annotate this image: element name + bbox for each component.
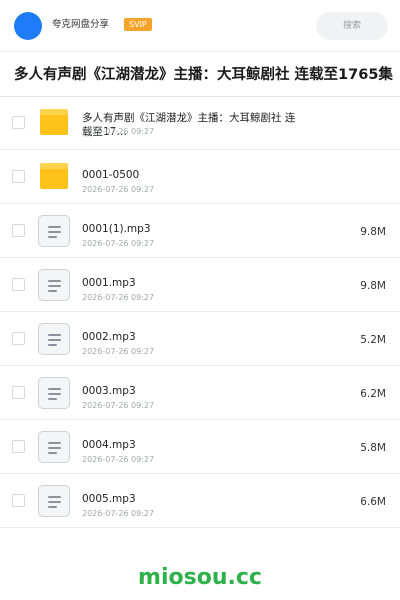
search-input[interactable]: 搜索 [316, 12, 388, 40]
item-date: 2026-07-26 09:27 [82, 347, 155, 356]
app-header: 夸克网盘分享 SVIP 搜索 [0, 0, 400, 52]
list-item[interactable]: 0003.mp3 2026-07-26 09:27 6.2M [0, 366, 400, 420]
select-checkbox[interactable] [12, 332, 25, 345]
item-name: 0004.mp3 [82, 439, 136, 451]
item-name: 0003.mp3 [82, 385, 136, 397]
avatar[interactable] [14, 12, 42, 40]
item-size: 5.2M [360, 334, 386, 346]
item-date: 2026-07-26 09:27 [82, 239, 155, 248]
svip-badge: SVIP [124, 18, 152, 31]
user-name[interactable]: 夸克网盘分享 [52, 18, 109, 32]
item-name: 0001(1).mp3 [82, 223, 151, 235]
list-item[interactable]: 0001(1).mp3 2026-07-26 09:27 9.8M [0, 204, 400, 258]
list-item[interactable]: 0005.mp3 2026-07-26 09:27 6.6M [0, 474, 400, 528]
item-date: 2026-07-26 09:27 [82, 185, 155, 194]
list-item[interactable]: 0002.mp3 2026-07-26 09:27 5.2M [0, 312, 400, 366]
select-checkbox[interactable] [12, 224, 25, 237]
select-checkbox[interactable] [12, 116, 25, 129]
item-size: 9.8M [360, 226, 386, 238]
select-checkbox[interactable] [12, 278, 25, 291]
item-date: 2026-07-26 09:27 [82, 509, 155, 518]
item-name: 0001.mp3 [82, 277, 136, 289]
audio-file-icon [38, 377, 70, 409]
select-checkbox[interactable] [12, 170, 25, 183]
audio-file-icon [38, 269, 70, 301]
watermark: miosou.cc [138, 565, 262, 590]
list-item[interactable]: 0001-0500 2026-07-26 09:27 [0, 150, 400, 204]
folder-icon [40, 163, 68, 189]
item-date: 2026-07-26 09:27 [82, 127, 155, 136]
item-size: 9.8M [360, 280, 386, 292]
item-size: 6.2M [360, 388, 386, 400]
item-name: 0002.mp3 [82, 331, 136, 343]
list-item[interactable]: 多人有声剧《江湖潜龙》主播：大耳鲸剧社 连载至17… 2026-07-26 09… [0, 96, 400, 150]
list-item[interactable]: 0001.mp3 2026-07-26 09:27 9.8M [0, 258, 400, 312]
item-size: 5.8M [360, 442, 386, 454]
audio-file-icon [38, 323, 70, 355]
item-name: 0005.mp3 [82, 493, 136, 505]
file-list: 多人有声剧《江湖潜龙》主播：大耳鲸剧社 连载至17… 2026-07-26 09… [0, 96, 400, 528]
audio-file-icon [38, 215, 70, 247]
audio-file-icon [38, 485, 70, 517]
folder-icon [40, 109, 68, 135]
page-title: 多人有声剧《江湖潜龙》主播：大耳鲸剧社 连载至1765集 [14, 67, 393, 83]
select-checkbox[interactable] [12, 440, 25, 453]
item-name: 0001-0500 [82, 169, 140, 181]
select-checkbox[interactable] [12, 386, 25, 399]
item-date: 2026-07-26 09:27 [82, 401, 155, 410]
item-size: 6.6M [360, 496, 386, 508]
list-item[interactable]: 0004.mp3 2026-07-26 09:27 5.8M [0, 420, 400, 474]
item-date: 2026-07-26 09:27 [82, 293, 155, 302]
item-date: 2026-07-26 09:27 [82, 455, 155, 464]
audio-file-icon [38, 431, 70, 463]
select-checkbox[interactable] [12, 494, 25, 507]
